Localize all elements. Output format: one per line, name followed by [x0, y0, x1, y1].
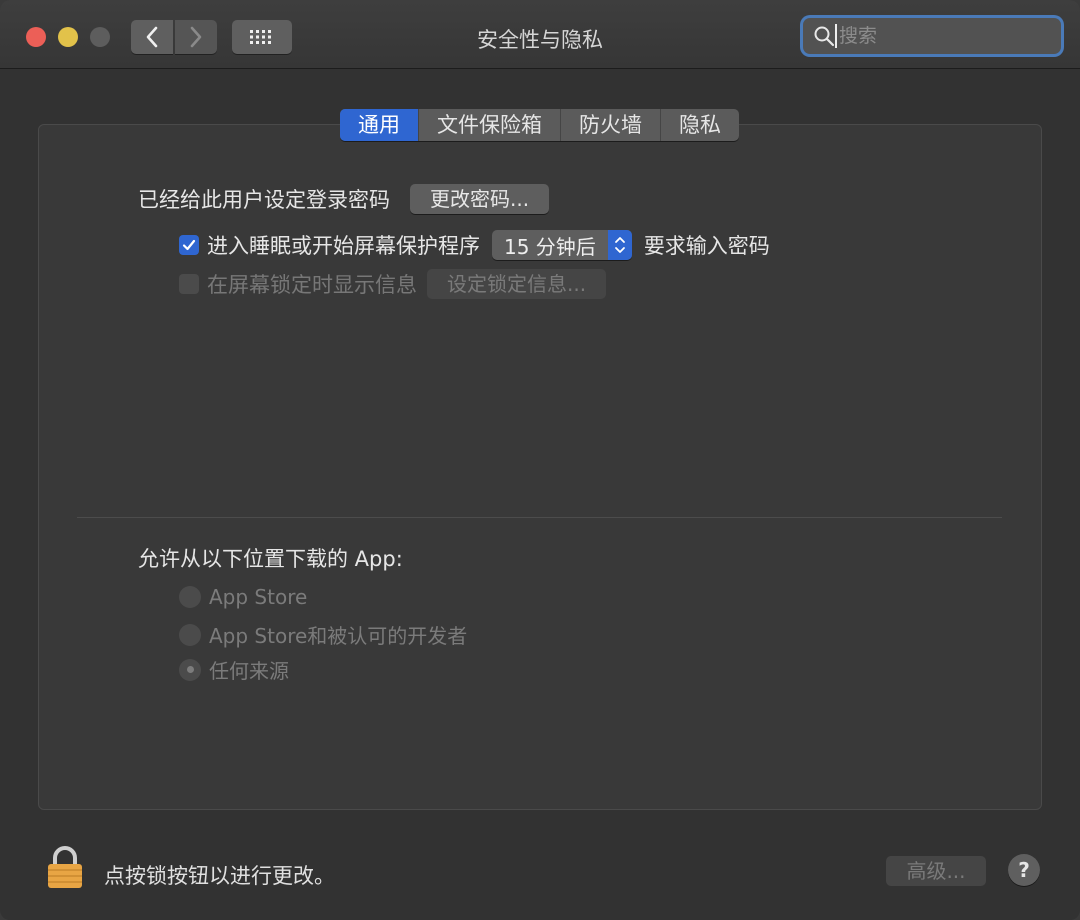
lock-message-checkbox[interactable]	[179, 274, 199, 294]
radio-button-selected[interactable]	[179, 658, 201, 681]
search-input[interactable]	[835, 24, 1049, 48]
lock-hint-text: 点按锁按钮以进行更改。	[104, 864, 335, 888]
preferences-window: 安全性与隐私 通用 文件保险箱 防火墙 隐私 已经给此用户设定登录密码 更改密码…	[0, 0, 1080, 920]
tab-privacy[interactable]: 隐私	[661, 109, 739, 141]
lock-message-row: 在屏幕锁定时显示信息 设定锁定信息...	[179, 269, 607, 299]
password-label: 已经给此用户设定登录密码	[138, 188, 390, 212]
radio-option-app-store[interactable]: App Store	[179, 585, 307, 609]
radio-label: App Store	[209, 585, 308, 609]
password-row: 已经给此用户设定登录密码 更改密码...	[138, 184, 550, 214]
change-password-button[interactable]: 更改密码...	[410, 184, 550, 214]
radio-label: 任何来源	[209, 659, 289, 683]
require-password-checkbox[interactable]	[179, 235, 199, 255]
chevron-left-icon	[146, 26, 158, 48]
set-lock-message-button[interactable]: 设定锁定信息...	[427, 269, 607, 299]
show-all-button[interactable]	[232, 20, 292, 54]
title-bar: 安全性与隐私	[0, 0, 1080, 69]
require-password-suffix: 要求输入密码	[643, 234, 770, 258]
zoom-window-button[interactable]	[90, 27, 110, 47]
downloads-label: 允许从以下位置下载的 App:	[138, 547, 403, 571]
checkmark-icon	[182, 239, 196, 251]
help-button[interactable]: ?	[1008, 854, 1040, 886]
search-icon	[814, 26, 835, 47]
tab-general[interactable]: 通用	[340, 109, 419, 141]
tab-bar: 通用 文件保险箱 防火墙 隐私	[340, 109, 739, 141]
radio-button[interactable]	[179, 623, 201, 646]
grid-icon	[250, 30, 271, 44]
forward-button[interactable]	[175, 20, 217, 54]
advanced-button[interactable]: 高级...	[886, 856, 986, 886]
radio-option-app-store-identified[interactable]: App Store和被认可的开发者	[179, 620, 467, 649]
window-title: 安全性与隐私	[477, 28, 603, 52]
lock-icon[interactable]	[46, 845, 84, 893]
content-panel	[38, 124, 1042, 810]
radio-button[interactable]	[179, 586, 201, 608]
tab-filevault[interactable]: 文件保险箱	[419, 109, 561, 141]
radio-option-anywhere[interactable]: 任何来源	[179, 655, 289, 684]
back-button[interactable]	[131, 20, 173, 54]
minimize-window-button[interactable]	[58, 27, 78, 47]
tab-firewall[interactable]: 防火墙	[561, 109, 661, 141]
require-password-label: 进入睡眠或开始屏幕保护程序	[207, 234, 480, 258]
updown-arrows-icon	[607, 230, 632, 260]
password-delay-select[interactable]: 15 分钟后	[492, 230, 632, 260]
section-divider	[77, 517, 1002, 518]
password-delay-value: 15 分钟后	[504, 234, 596, 259]
downloads-label-row: 允许从以下位置下载的 App:	[138, 543, 403, 573]
search-field[interactable]	[803, 18, 1061, 54]
chevron-right-icon	[190, 26, 202, 48]
radio-label: App Store和被认可的开发者	[209, 624, 468, 648]
close-window-button[interactable]	[26, 27, 46, 47]
require-password-row: 进入睡眠或开始屏幕保护程序 15 分钟后 要求输入密码	[179, 230, 770, 260]
lock-message-label: 在屏幕锁定时显示信息	[207, 273, 417, 297]
